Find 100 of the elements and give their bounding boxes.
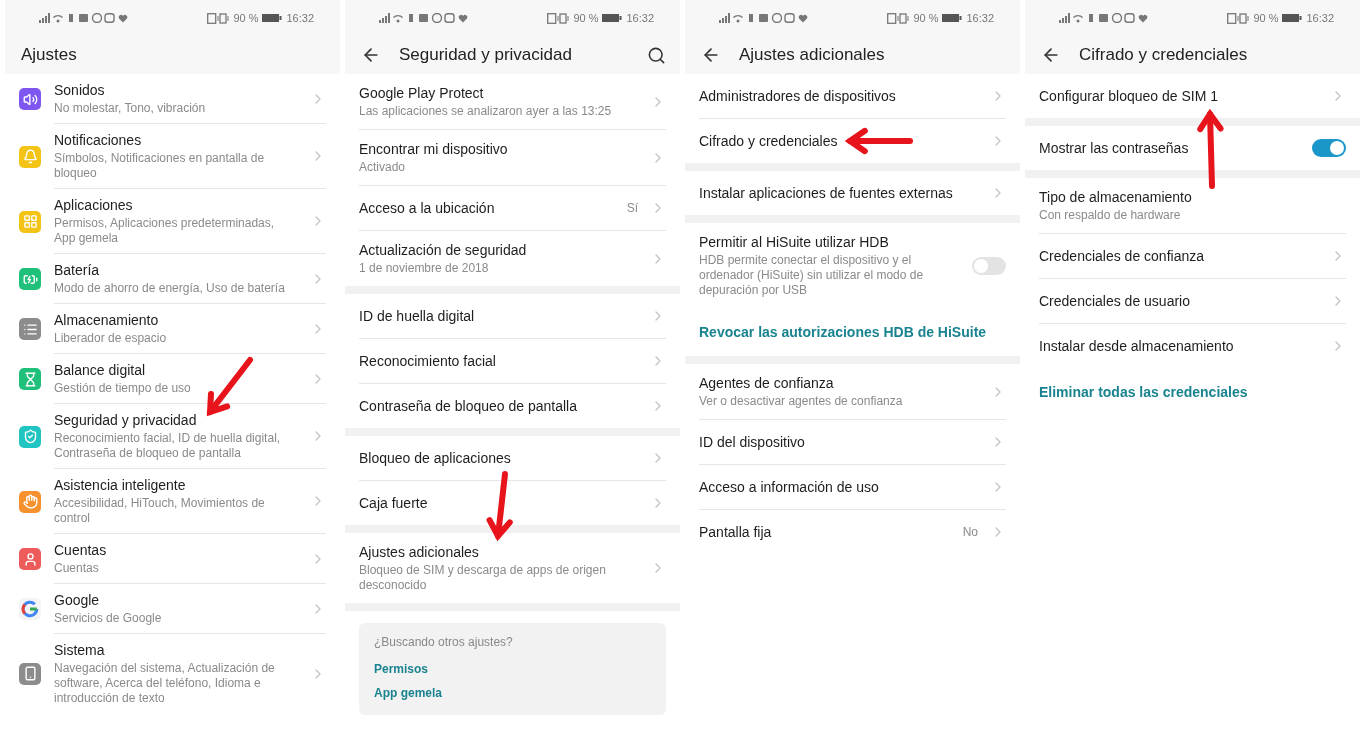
item-title: Ajustes adicionales: [359, 543, 479, 561]
battery-icon: [262, 13, 283, 23]
settings-item[interactable]: Cuentas Cuentas: [54, 534, 326, 584]
toggle-switch[interactable]: [1312, 139, 1346, 157]
settings-item[interactable]: Notificaciones Símbolos, Notificaciones en pantalla de bloqueo: [54, 124, 326, 189]
settings-item[interactable]: Batería Modo de ahorro de energía, Uso de batería: [54, 254, 326, 304]
item-title: Seguridad y privacidad: [54, 411, 197, 429]
item-title: ID de huella digital: [359, 307, 475, 325]
item-subtitle: Modo de ahorro de energía, Uso de batería: [54, 281, 285, 296]
item-title: Tipo de almacenamiento: [1039, 188, 1192, 206]
g-logo-icon: [19, 598, 41, 620]
settings-item[interactable]: Google Play Protect Las aplicaciones se analizaron ayer a las 13:25: [359, 74, 666, 130]
item-title: Instalar desde almacenamiento: [1039, 337, 1234, 355]
item-title: Cuentas: [54, 541, 107, 559]
item-title: Permitir al HiSuite utilizar HDB: [699, 233, 889, 251]
item-subtitle: Las aplicaciones se analizaron ayer a las 13:25: [359, 104, 612, 119]
settings-item[interactable]: Instalar aplicaciones de fuentes externas: [699, 171, 1006, 215]
item-title: Acceso a la ubicación: [359, 199, 495, 217]
settings-item[interactable]: Seguridad y privacidad Reconocimiento facial, ID de huella digital, Contraseña de bloqueo de pantalla: [54, 404, 326, 469]
settings-item[interactable]: Google Servicios de Google: [54, 584, 326, 634]
settings-item[interactable]: Aplicaciones Permisos, Aplicaciones predeterminadas, App gemela: [54, 189, 326, 254]
nfc-vibrate-icon: [887, 12, 910, 24]
toggle-switch[interactable]: [972, 256, 1006, 275]
settings-item[interactable]: Reconocimiento facial: [359, 339, 666, 384]
battery-percent: 90 %: [233, 12, 259, 24]
settings-item[interactable]: Contraseña de bloqueo de pantalla: [359, 384, 666, 428]
item-title: Credenciales de usuario: [1039, 292, 1190, 310]
clock: 16:32: [1306, 12, 1334, 24]
settings-item[interactable]: Configurar bloqueo de SIM 1: [1039, 74, 1346, 118]
battery-percent: 90 %: [1253, 12, 1279, 24]
settings-item[interactable]: Sonidos No molestar, Tono, vibración: [54, 74, 326, 124]
card-title: ¿Buscando otros ajustes?: [374, 635, 514, 649]
settings-item[interactable]: ID del dispositivo: [699, 420, 1006, 465]
item-title: Google: [54, 591, 100, 609]
item-subtitle: Con respaldo de hardware: [1039, 208, 1181, 223]
item-title: Bloqueo de aplicaciones: [359, 449, 511, 467]
settings-item[interactable]: Asistencia inteligente Accesibilidad, HiTouch, Movimientos de control: [54, 469, 326, 534]
settings-item[interactable]: Agentes de confianza Ver o desactivar agentes de confianza: [699, 364, 1006, 420]
battery-percent: 90 %: [913, 12, 939, 24]
settings-item[interactable]: Bloqueo de aplicaciones: [359, 436, 666, 481]
item-title: Acceso a información de uso: [699, 478, 879, 496]
item-title: Administradores de dispositivos: [699, 87, 896, 105]
settings-item[interactable]: Acceso a información de uso: [699, 465, 1006, 510]
link[interactable]: Eliminar todas las credenciales: [1039, 378, 1248, 406]
search-button[interactable]: [647, 45, 666, 65]
item-title: Instalar aplicaciones de fuentes externas: [699, 184, 953, 202]
item-title: Pantalla fija: [699, 523, 772, 541]
battery-icon: [1282, 13, 1303, 23]
item-title: Notificaciones: [54, 131, 142, 149]
item-subtitle: Liberador de espacio: [54, 331, 167, 346]
item-subtitle: No molestar, Tono, vibración: [54, 101, 206, 116]
settings-item[interactable]: Permitir al HiSuite utilizar HDB HDB permite conectar el dispositivo y el ordenador (HiSuite) sin utilizar el modo de depuración por USB: [699, 223, 1006, 308]
settings-item[interactable]: Acceso a la ubicación Sí: [359, 186, 666, 231]
clock: 16:32: [966, 12, 994, 24]
settings-item[interactable]: Instalar desde almacenamiento: [1039, 324, 1346, 368]
nfc-vibrate-icon: [547, 12, 570, 24]
item-subtitle: Servicios de Google: [54, 611, 162, 626]
battery-percent: 90 %: [573, 12, 599, 24]
settings-item[interactable]: Actualización de seguridad 1 de noviembre de 2018: [359, 231, 666, 286]
item-title: Agentes de confianza: [699, 374, 834, 392]
settings-item[interactable]: Caja fuerte: [359, 481, 666, 525]
item-value: Sí: [626, 201, 638, 215]
settings-item[interactable]: Credenciales de usuario: [1039, 279, 1346, 324]
nfc-vibrate-icon: [1227, 12, 1250, 24]
screen-title: Ajustes adicionales: [739, 45, 886, 65]
link[interactable]: Permisos: [374, 659, 651, 679]
screen-title: Seguridad y privacidad: [399, 45, 573, 65]
link[interactable]: Revocar las autorizaciones HDB de HiSuite: [699, 318, 987, 346]
settings-item[interactable]: Balance digital Gestión de tiempo de uso: [54, 354, 326, 404]
item-title: Caja fuerte: [359, 494, 428, 512]
link[interactable]: App gemela: [374, 683, 651, 703]
battery-icon: [942, 13, 963, 23]
item-title: Credenciales de confianza: [1039, 247, 1204, 265]
item-subtitle: Accesibilidad, HiTouch, Movimientos de control: [54, 496, 266, 526]
screen-title: Ajustes: [21, 45, 78, 65]
item-title: Reconocimiento facial: [359, 352, 496, 370]
item-title: Contraseña de bloqueo de pantalla: [359, 397, 577, 415]
item-title: Balance digital: [54, 361, 146, 379]
item-title: Actualización de seguridad: [359, 241, 527, 259]
settings-item[interactable]: Credenciales de confianza: [1039, 234, 1346, 279]
item-subtitle: Permisos, Aplicaciones predeterminadas, App gemela: [54, 216, 276, 246]
settings-item[interactable]: Encontrar mi dispositivo Activado: [359, 130, 666, 186]
settings-item[interactable]: Mostrar las contraseñas: [1039, 126, 1346, 170]
settings-item[interactable]: ID de huella digital: [359, 294, 666, 339]
annotation-arrow: [486, 471, 513, 542]
item-title: Almacenamiento: [54, 311, 159, 329]
settings-item[interactable]: Almacenamiento Liberador de espacio: [54, 304, 326, 354]
settings-item[interactable]: Tipo de almacenamiento Con respaldo de hardware: [1039, 178, 1346, 234]
settings-item[interactable]: Administradores de dispositivos: [699, 74, 1006, 119]
item-title: Cifrado y credenciales: [699, 132, 838, 150]
item-title: Mostrar las contraseñas: [1039, 139, 1189, 157]
settings-item[interactable]: Cifrado y credenciales: [699, 119, 1006, 163]
settings-item[interactable]: Ajustes adicionales Bloqueo de SIM y descarga de apps de origen desconocido: [359, 533, 666, 603]
item-subtitle: Símbolos, Notificaciones en pantalla de bloqueo: [54, 151, 266, 181]
settings-item[interactable]: Pantalla fija No: [699, 510, 1006, 554]
item-subtitle: 1 de noviembre de 2018: [359, 261, 489, 276]
item-subtitle: Navegación del sistema, Actualización de software, Acerca del teléfono, Idioma e introducción de texto: [54, 661, 276, 706]
clock: 16:32: [626, 12, 654, 24]
settings-item[interactable]: Sistema Navegación del sistema, Actualización de software, Acerca del teléfono, Idioma e introducción de texto: [54, 634, 326, 713]
item-subtitle: Cuentas: [54, 561, 99, 576]
